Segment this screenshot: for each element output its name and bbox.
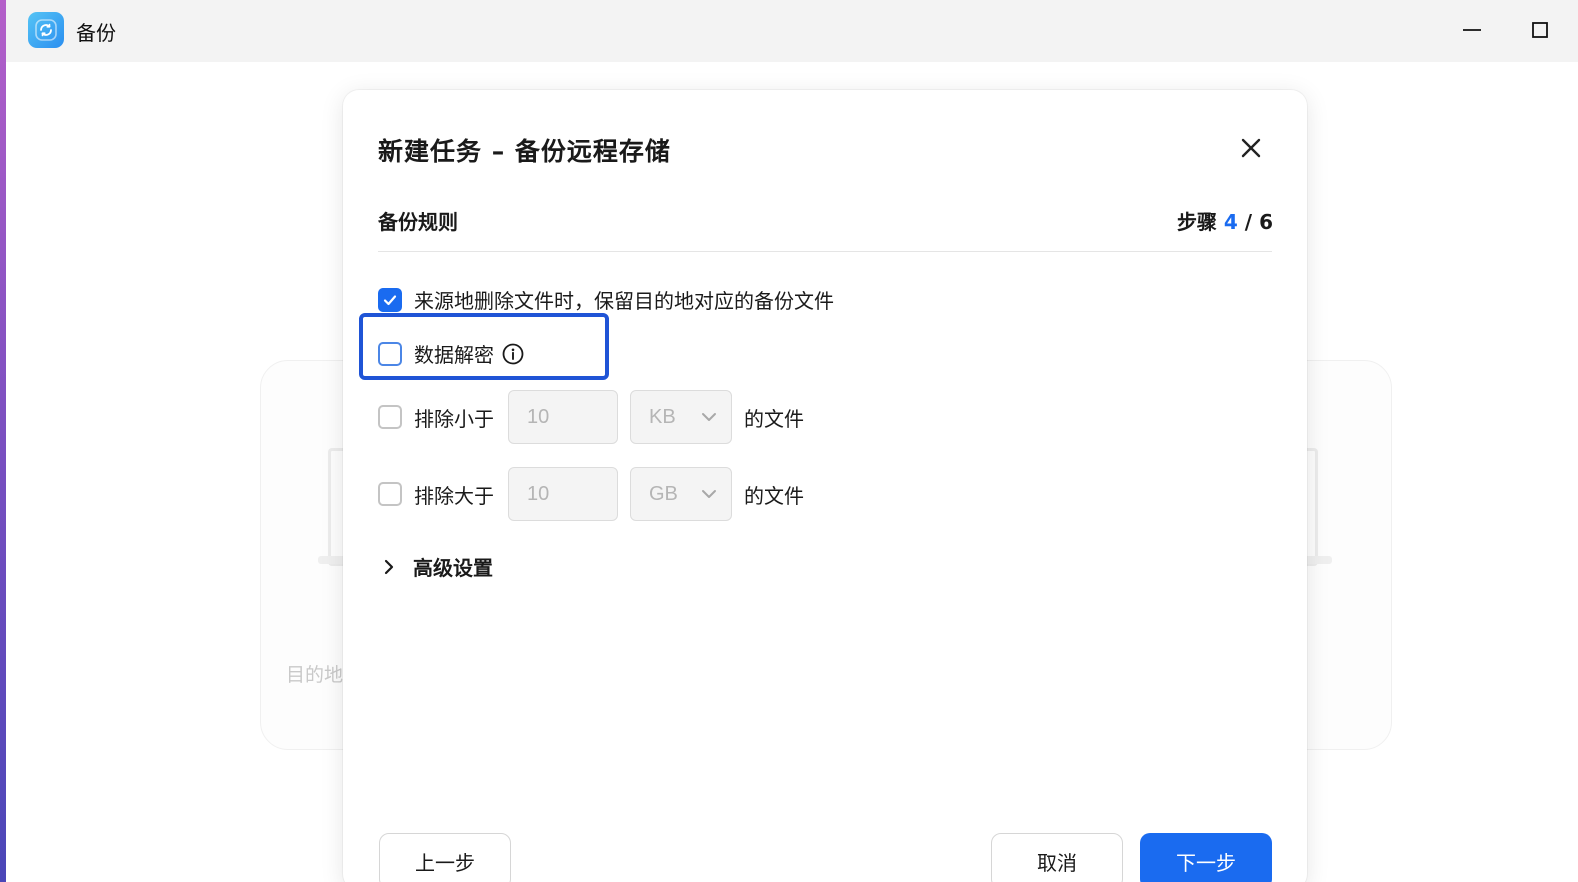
step-separator: /	[1244, 210, 1253, 234]
keep-deleted-checkbox[interactable]	[378, 287, 402, 312]
step-current: 4	[1223, 210, 1238, 234]
close-icon	[1241, 138, 1261, 158]
exclude-larger-unit-value: GB	[649, 482, 678, 505]
chevron-right-icon	[384, 559, 394, 574]
exclude-larger-checkbox[interactable]	[378, 482, 402, 506]
title-bar: 备份	[6, 0, 1578, 62]
option-exclude-smaller: 排除小于 10 KB 的文件	[378, 390, 804, 444]
backup-app-icon	[28, 12, 64, 48]
decrypt-checkbox[interactable]	[378, 341, 402, 366]
advanced-settings-label: 高级设置	[413, 556, 493, 580]
decrypt-label: 数据解密	[414, 343, 494, 367]
next-step-button[interactable]: 下一步	[1140, 833, 1272, 882]
exclude-larger-size-input[interactable]: 10	[508, 467, 618, 521]
minimize-button[interactable]	[1452, 12, 1492, 48]
step-prefix: 步骤	[1176, 210, 1217, 234]
info-icon[interactable]	[502, 343, 524, 365]
app-window: 备份 目的地 新建任务 – 备份远程存储 备份规则 步骤 4 / 6 来源地删除…	[6, 0, 1578, 882]
divider	[378, 251, 1272, 252]
exclude-smaller-suffix: 的文件	[744, 406, 804, 431]
chevron-down-icon	[702, 490, 716, 498]
section-title: 备份规则	[378, 210, 458, 234]
background-destination-label: 目的地	[286, 664, 344, 686]
exclude-smaller-label: 排除小于	[414, 406, 494, 431]
advanced-settings-toggle[interactable]: 高级设置	[383, 552, 493, 581]
maximize-button[interactable]	[1520, 12, 1560, 48]
chevron-down-icon	[702, 413, 716, 421]
exclude-larger-suffix: 的文件	[744, 483, 804, 508]
background-device-left	[328, 448, 344, 566]
exclude-smaller-unit-select[interactable]: KB	[630, 390, 732, 444]
exclude-larger-label: 排除大于	[414, 483, 494, 508]
step-total: 6	[1259, 210, 1273, 234]
exclude-smaller-unit-value: KB	[649, 405, 676, 428]
cancel-button[interactable]: 取消	[991, 833, 1123, 882]
close-button[interactable]	[1233, 130, 1269, 166]
dialog-title: 新建任务 – 备份远程存储	[378, 137, 671, 166]
option-decrypt[interactable]: 数据解密	[378, 339, 524, 368]
prev-step-button[interactable]: 上一步	[379, 833, 511, 882]
exclude-smaller-size-input[interactable]: 10	[508, 390, 618, 444]
option-exclude-larger: 排除大于 10 GB 的文件	[378, 467, 804, 521]
exclude-larger-unit-select[interactable]: GB	[630, 467, 732, 521]
new-task-dialog: 新建任务 – 备份远程存储 备份规则 步骤 4 / 6 来源地删除文件时，保留目…	[343, 90, 1307, 882]
app-title: 备份	[76, 21, 116, 45]
keep-deleted-label: 来源地删除文件时，保留目的地对应的备份文件	[414, 289, 834, 313]
maximize-icon	[1532, 22, 1548, 38]
option-keep-deleted[interactable]: 来源地删除文件时，保留目的地对应的备份文件	[378, 285, 834, 314]
minimize-icon	[1463, 29, 1481, 31]
step-indicator: 步骤 4 / 6	[1177, 206, 1273, 235]
exclude-smaller-checkbox[interactable]	[378, 405, 402, 429]
check-icon	[383, 294, 397, 305]
